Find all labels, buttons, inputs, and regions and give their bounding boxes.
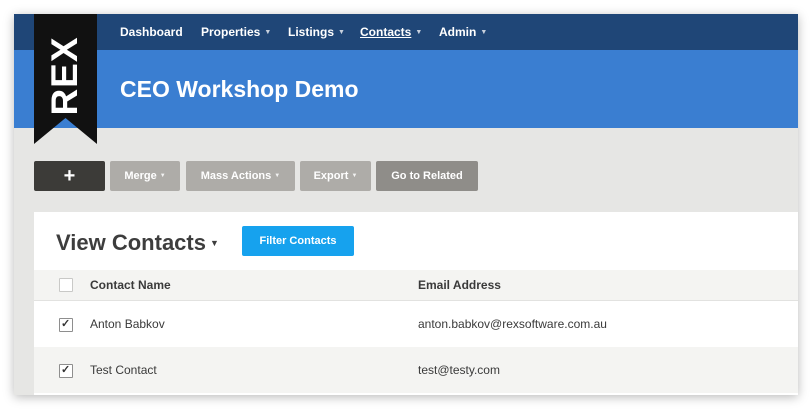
chevron-down-icon: ▼ [338, 29, 345, 36]
contacts-panel: View Contacts ▼ Filter Contacts Contact N… [34, 212, 798, 395]
plus-icon: + [63, 165, 76, 187]
checkmark-icon: ✓ [61, 364, 71, 376]
nav-item-admin[interactable]: Admin ▼ [439, 25, 487, 39]
go-to-related-label: Go to Related [391, 170, 463, 182]
nav-label: Contacts [360, 25, 412, 39]
nav-label: Dashboard [120, 25, 183, 39]
chevron-down-icon: ▼ [480, 29, 488, 36]
column-header-email[interactable]: Email Address [418, 278, 501, 292]
view-title: View Contacts [56, 230, 206, 255]
rex-logo[interactable]: REX [34, 14, 97, 144]
contact-email[interactable]: test@testy.com [418, 363, 500, 377]
chevron-down-icon: ▼ [274, 173, 281, 179]
export-label: Export [313, 170, 349, 182]
mass-actions-button[interactable]: Mass Actions ▼ [186, 161, 295, 191]
add-button[interactable]: + [34, 161, 105, 191]
nav-item-dashboard[interactable]: Dashboard [120, 25, 183, 39]
top-navigation: Dashboard Properties ▼ Listings ▼ Contacts… [14, 14, 798, 50]
filter-contacts-button[interactable]: Filter Contacts [242, 226, 354, 256]
export-button[interactable]: Export ▼ [300, 161, 371, 191]
page-title: CEO Workshop Demo [120, 76, 359, 102]
nav-label: Properties [201, 25, 261, 39]
chevron-down-icon: ▼ [415, 29, 423, 36]
chevron-down-icon: ▼ [209, 238, 219, 248]
table-header: Contact Name Email Address [34, 270, 798, 301]
go-to-related-button[interactable]: Go to Related [376, 161, 478, 191]
checkmark-icon: ✓ [61, 318, 71, 330]
mass-actions-label: Mass Actions [200, 170, 272, 182]
table-row[interactable]: ✓ Test Contact test@testy.com [34, 347, 798, 393]
column-header-contact-name[interactable]: Contact Name [90, 278, 171, 292]
chevron-down-icon: ▼ [159, 173, 166, 179]
merge-label: Merge [124, 170, 157, 182]
nav-label: Listings [288, 25, 335, 39]
nav-item-properties[interactable]: Properties ▼ [201, 25, 271, 39]
contact-email[interactable]: anton.babkov@rexsoftware.com.au [418, 317, 607, 331]
chevron-down-icon: ▼ [351, 173, 358, 179]
app-window: Dashboard Properties ▼ Listings ▼ Contacts… [14, 14, 798, 395]
nav-label: Admin [439, 25, 477, 39]
chevron-down-icon: ▼ [264, 29, 272, 36]
contact-name[interactable]: Test Contact [90, 363, 157, 377]
merge-button[interactable]: Merge ▼ [110, 161, 180, 191]
view-selector[interactable]: View Contacts ▼ [56, 230, 219, 256]
row-checkbox[interactable]: ✓ [59, 364, 73, 378]
select-all-checkbox[interactable] [59, 278, 73, 292]
nav-item-listings[interactable]: Listings ▼ [288, 25, 345, 39]
nav-item-contacts[interactable]: Contacts ▼ [360, 25, 422, 39]
table-row[interactable]: ✓ Anton Babkov anton.babkov@rexsoftware.… [34, 301, 798, 347]
row-checkbox[interactable]: ✓ [59, 318, 73, 332]
logo-text: REX [44, 36, 85, 116]
contact-name[interactable]: Anton Babkov [90, 317, 165, 331]
